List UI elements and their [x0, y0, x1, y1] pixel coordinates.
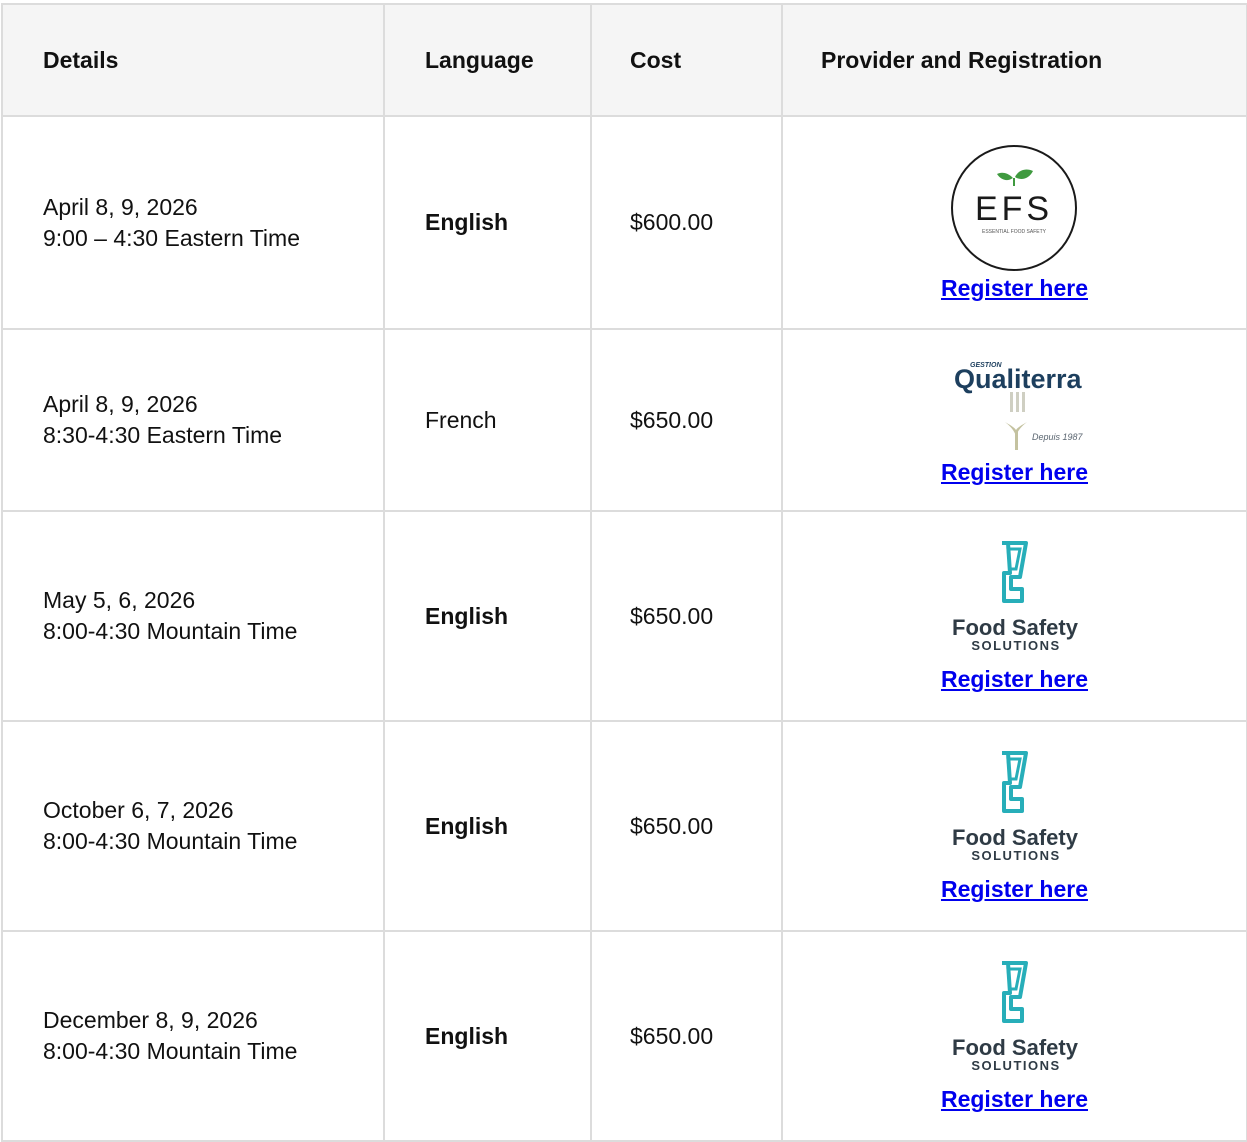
provider-cell: Food Safety SOLUTIONS Register here	[781, 930, 1247, 1142]
table-row: October 6, 7, 2026 8:00-4:30 Mountain Ti…	[1, 720, 1247, 932]
language-cell: English	[383, 115, 592, 330]
food-safety-solutions-logo: Food Safety SOLUTIONS	[952, 541, 1079, 653]
food-safety-solutions-logo: Food Safety SOLUTIONS	[952, 961, 1079, 1073]
svg-text:EFS: EFS	[974, 190, 1052, 228]
table-row: December 8, 9, 2026 8:00-4:30 Mountain T…	[1, 930, 1247, 1142]
svg-text:SOLUTIONS: SOLUTIONS	[971, 1058, 1060, 1073]
course-time: 8:00-4:30 Mountain Time	[43, 828, 298, 854]
details-cell: October 6, 7, 2026 8:00-4:30 Mountain Ti…	[1, 720, 385, 932]
course-schedule-table: Details Language Cost Provider and Regis…	[1, 3, 1247, 1142]
qualiterra-logo: GESTION Qualiterra Depuis 1987	[954, 362, 1084, 450]
cost-cell: $650.00	[590, 510, 783, 722]
language-cell: French	[383, 328, 592, 512]
table-row: April 8, 9, 2026 8:30-4:30 Eastern Time …	[1, 328, 1247, 512]
header-language: Language	[383, 3, 592, 117]
language-cell: English	[383, 930, 592, 1142]
register-link[interactable]: Register here	[941, 274, 1088, 302]
language-cell: English	[383, 720, 592, 932]
cost-cell: $600.00	[590, 115, 783, 330]
course-time: 8:00-4:30 Mountain Time	[43, 618, 298, 644]
course-date: April 8, 9, 2026	[43, 391, 198, 417]
cost-cell: $650.00	[590, 720, 783, 932]
details-cell: April 8, 9, 2026 9:00 – 4:30 Eastern Tim…	[1, 115, 385, 330]
course-time: 8:00-4:30 Mountain Time	[43, 1038, 298, 1064]
register-link[interactable]: Register here	[941, 665, 1088, 693]
course-time: 8:30-4:30 Eastern Time	[43, 422, 283, 448]
svg-text:Qualiterra: Qualiterra	[954, 364, 1083, 394]
provider-cell: Food Safety SOLUTIONS Register here	[781, 510, 1247, 722]
cost-cell: $650.00	[590, 328, 783, 512]
svg-text:Food Safety: Food Safety	[952, 1035, 1079, 1060]
register-link[interactable]: Register here	[941, 458, 1088, 486]
svg-text:ESSENTIAL FOOD SAFETY: ESSENTIAL FOOD SAFETY	[982, 229, 1047, 235]
svg-text:Food Safety: Food Safety	[952, 615, 1079, 640]
efs-logo: EFS ESSENTIAL FOOD SAFETY	[950, 144, 1077, 271]
details-cell: May 5, 6, 2026 8:00-4:30 Mountain Time	[1, 510, 385, 722]
provider-cell: GESTION Qualiterra Depuis 1987 Register …	[781, 328, 1247, 512]
provider-cell: EFS ESSENTIAL FOOD SAFETY Register here	[781, 115, 1247, 330]
food-safety-solutions-logo: Food Safety SOLUTIONS	[952, 751, 1079, 863]
course-time: 9:00 – 4:30 Eastern Time	[43, 224, 300, 251]
course-date: October 6, 7, 2026	[43, 797, 234, 823]
header-provider: Provider and Registration	[781, 3, 1247, 117]
details-cell: December 8, 9, 2026 8:00-4:30 Mountain T…	[1, 930, 385, 1142]
header-cost: Cost	[590, 3, 783, 117]
course-date: May 5, 6, 2026	[43, 587, 196, 613]
svg-text:Depuis 1987: Depuis 1987	[1032, 432, 1084, 442]
provider-cell: Food Safety SOLUTIONS Register here	[781, 720, 1247, 932]
table-header-row: Details Language Cost Provider and Regis…	[1, 3, 1247, 117]
header-details: Details	[1, 3, 385, 117]
svg-text:Food Safety: Food Safety	[952, 825, 1079, 850]
register-link[interactable]: Register here	[941, 875, 1088, 903]
cost-cell: $650.00	[590, 930, 783, 1142]
svg-text:SOLUTIONS: SOLUTIONS	[971, 638, 1060, 653]
details-cell: April 8, 9, 2026 8:30-4:30 Eastern Time	[1, 328, 385, 512]
svg-text:SOLUTIONS: SOLUTIONS	[971, 848, 1060, 863]
course-date: April 8, 9, 2026	[43, 193, 198, 220]
table-row: April 8, 9, 2026 9:00 – 4:30 Eastern Tim…	[1, 115, 1247, 330]
language-cell: English	[383, 510, 592, 722]
table-row: May 5, 6, 2026 8:00-4:30 Mountain Time E…	[1, 510, 1247, 722]
register-link[interactable]: Register here	[941, 1085, 1088, 1113]
course-date: December 8, 9, 2026	[43, 1007, 258, 1033]
